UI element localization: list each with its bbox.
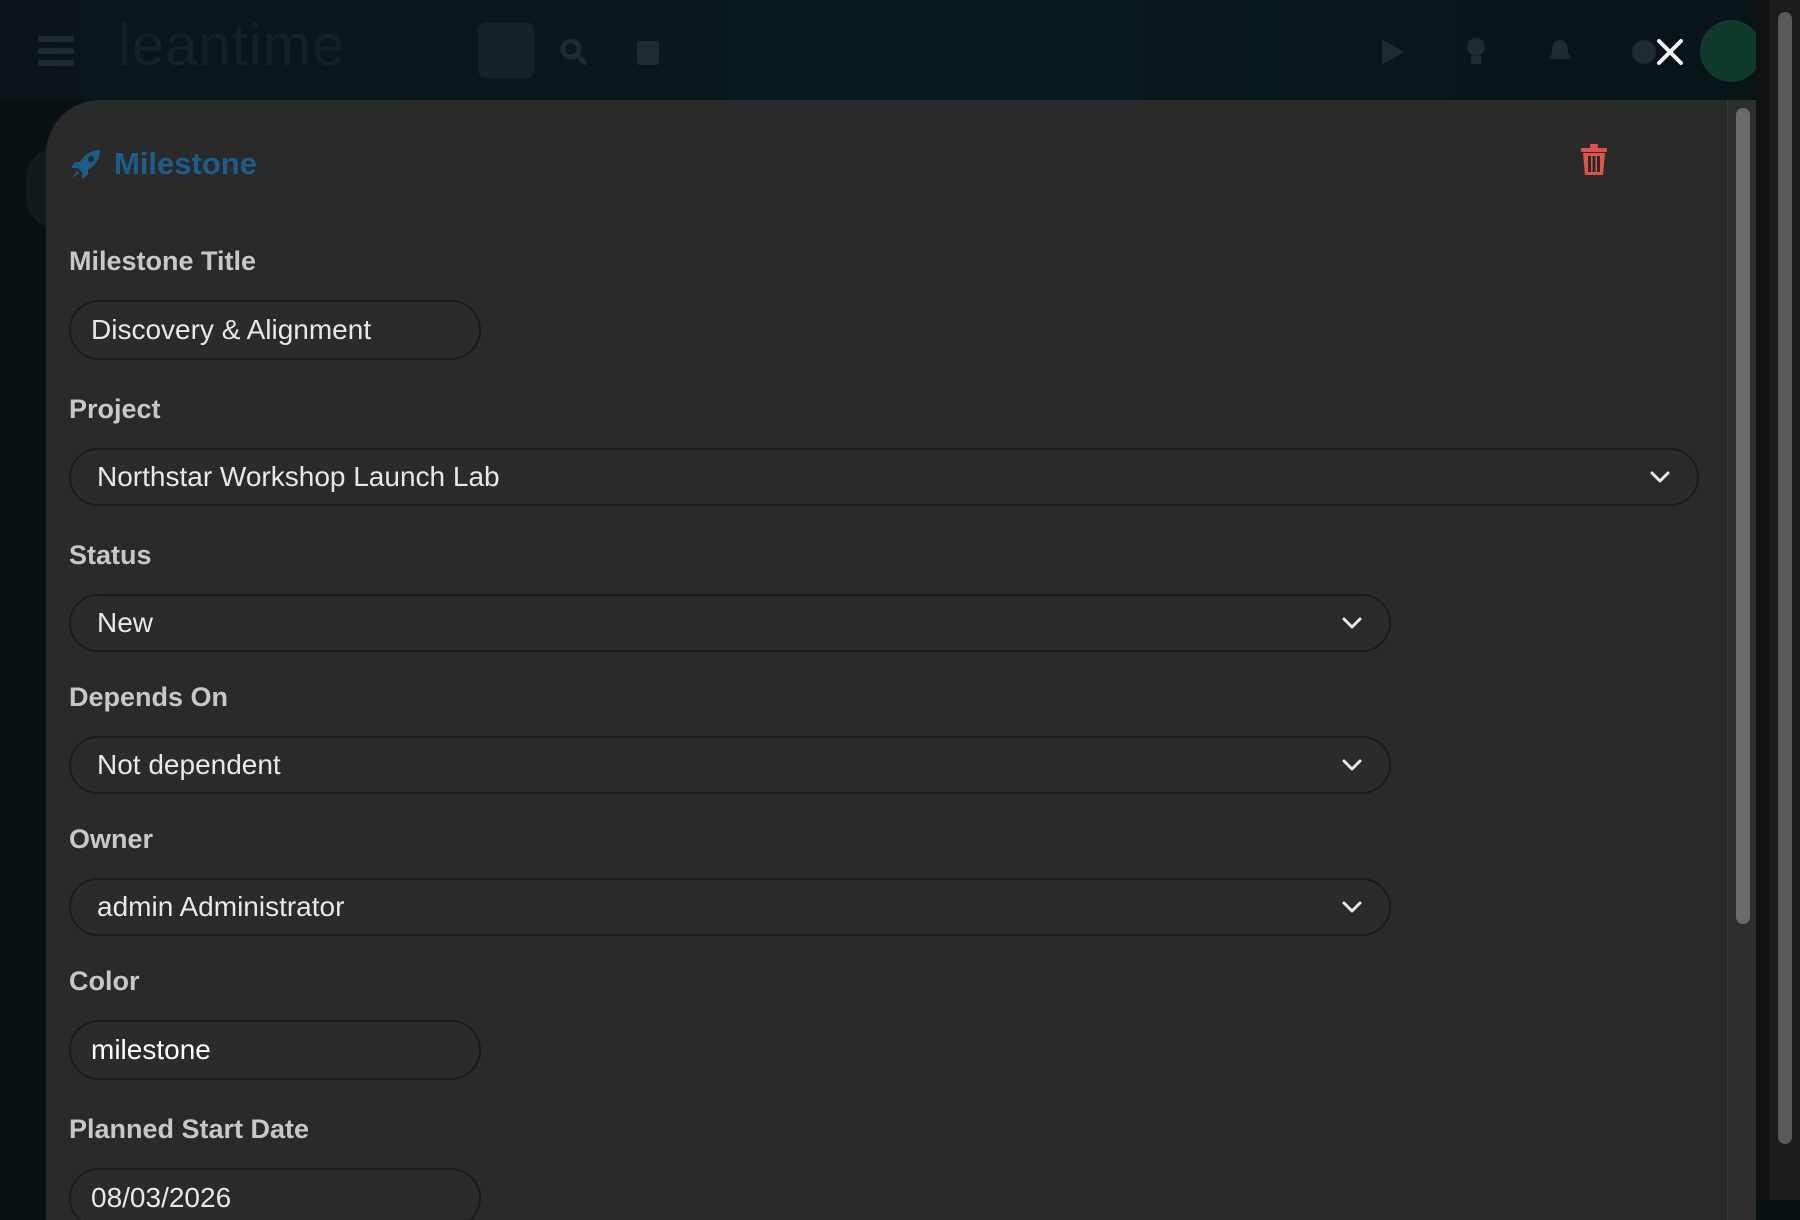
chevron-down-icon [1650,471,1670,483]
milestone-modal: Milestone Milestone Title Project Norths… [46,100,1756,1220]
planned-start-date-input[interactable] [69,1168,481,1220]
menu-icon [38,36,74,66]
color-label: Color [69,966,140,996]
milestone-title-input[interactable] [69,300,481,360]
app-header: leantime [0,0,1800,100]
project-label: Project [69,394,161,424]
header-project-badge [478,22,534,78]
user-avatar [1700,20,1762,82]
owner-label: Owner [69,824,154,854]
owner-select[interactable]: admin Administrator [69,878,1391,936]
close-modal-button[interactable] [1650,30,1690,76]
lightbulb-icon [1456,32,1496,72]
delete-milestone-button[interactable] [1580,144,1612,180]
project-select-value: Northstar Workshop Launch Lab [97,461,500,492]
planned-start-date-label: Planned Start Date [69,1114,310,1144]
color-input[interactable] [69,1020,481,1080]
status-select[interactable]: New [69,594,1391,652]
depends-on-select-value: Not dependent [97,749,281,780]
bell-icon [1540,32,1580,72]
trash-icon [1581,144,1607,175]
project-select[interactable]: Northstar Workshop Launch Lab [69,448,1699,506]
chevron-down-icon [1342,617,1362,629]
clipboard-icon [628,32,668,72]
milestone-title-label: Milestone Title [69,246,257,276]
chevron-down-icon [1342,759,1362,771]
rocket-icon [68,146,104,182]
app-logo: leantime [118,13,346,78]
modal-title-text: Milestone [114,146,257,181]
chevron-down-icon [1342,901,1362,913]
search-icon [554,32,594,72]
status-label: Status [69,540,152,570]
depends-on-select[interactable]: Not dependent [69,736,1391,794]
play-icon [1372,32,1412,72]
depends-on-label: Depends On [69,682,229,712]
owner-select-value: admin Administrator [97,891,345,922]
status-select-value: New [97,607,154,638]
page-scrollbar-thumb[interactable] [1778,12,1792,1144]
modal-scrollbar-thumb[interactable] [1736,108,1750,924]
page-edge [1756,0,1770,1200]
close-icon [1657,39,1683,65]
modal-title: Milestone [68,146,257,182]
